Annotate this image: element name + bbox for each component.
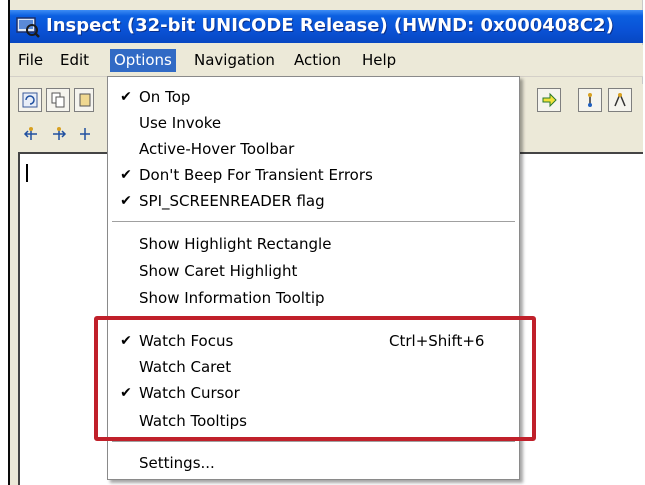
window-title: Inspect (32-bit UNICODE Release) (HWND: …: [46, 15, 614, 36]
parent-node-icon: [588, 93, 592, 107]
menu-file[interactable]: File: [18, 49, 43, 72]
menu-edit[interactable]: Edit: [60, 49, 89, 72]
menu-item-on-top[interactable]: ✔ On Top: [108, 84, 519, 110]
navigate-more-button[interactable]: [74, 122, 94, 146]
menu-options-label: Options: [114, 51, 172, 69]
paste-button[interactable]: [74, 88, 94, 112]
navigate-last-button[interactable]: [46, 122, 70, 146]
menu-item-show-caret-highlight[interactable]: Show Caret Highlight: [108, 258, 519, 284]
menu-item-label: Don't Beep For Transient Errors: [139, 166, 373, 184]
menu-navigation[interactable]: Navigation: [194, 49, 275, 72]
menu-item-label: Active-Hover Toolbar: [139, 140, 295, 158]
menu-item-dont-beep[interactable]: ✔ Don't Beep For Transient Errors: [108, 162, 519, 188]
refresh-icon: [22, 92, 38, 108]
menu-edit-label: Edit: [60, 51, 90, 69]
inspect-app-icon: [16, 17, 40, 38]
menu-action-label: Action: [294, 51, 341, 69]
check-icon: ✔: [120, 167, 132, 183]
title-bar[interactable]: Inspect (32-bit UNICODE Release) (HWND: …: [10, 10, 643, 43]
menu-navigation-label: Navigation: [194, 51, 275, 69]
first-sibling-icon: [23, 127, 37, 140]
menu-bar: File Edit Options Navigation Action Help: [10, 45, 643, 77]
check-icon: ✔: [120, 193, 132, 209]
menu-help-label: Help: [362, 51, 397, 69]
menu-item-active-hover-toolbar[interactable]: Active-Hover Toolbar: [108, 136, 519, 162]
menu-options[interactable]: Options: [110, 49, 176, 72]
check-icon: ✔: [120, 89, 132, 105]
tree-icon: [80, 128, 90, 140]
arrow-right-icon: [542, 92, 557, 108]
annotation-highlight-box: [94, 316, 536, 441]
menu-item-spi-screenreader[interactable]: ✔ SPI_SCREENREADER flag: [108, 188, 519, 214]
menu-item-show-highlight-rectangle[interactable]: Show Highlight Rectangle: [108, 231, 519, 257]
navigate-next-button[interactable]: [537, 88, 561, 112]
menu-separator: [112, 221, 515, 222]
copy-button[interactable]: [46, 88, 70, 112]
menu-separator: [112, 441, 515, 442]
menu-file-label: File: [18, 51, 44, 69]
menu-item-use-invoke[interactable]: Use Invoke: [108, 110, 519, 136]
paste-icon: [79, 93, 91, 107]
menu-item-label: Settings...: [139, 454, 215, 472]
child-nodes-icon: [614, 93, 626, 107]
menu-item-label: Show Information Tooltip: [139, 289, 325, 307]
menu-help[interactable]: Help: [362, 49, 396, 72]
menu-item-label: Show Caret Highlight: [139, 262, 298, 280]
menu-item-label: On Top: [139, 88, 191, 106]
menu-item-label: Show Highlight Rectangle: [139, 235, 332, 253]
last-sibling-icon: [53, 127, 67, 140]
copy-icon: [51, 92, 65, 108]
navigate-children-button[interactable]: [608, 88, 632, 112]
navigate-parent-button[interactable]: [578, 88, 602, 112]
refresh-button[interactable]: [18, 88, 42, 112]
menu-item-label: Use Invoke: [139, 114, 222, 132]
navigate-first-button[interactable]: [18, 122, 42, 146]
text-caret: [26, 164, 28, 182]
menu-action[interactable]: Action: [294, 49, 341, 72]
menu-item-label: SPI_SCREENREADER flag: [139, 192, 325, 210]
menu-item-settings[interactable]: Settings...: [108, 450, 519, 476]
menu-item-show-information-tooltip[interactable]: Show Information Tooltip: [108, 285, 519, 311]
